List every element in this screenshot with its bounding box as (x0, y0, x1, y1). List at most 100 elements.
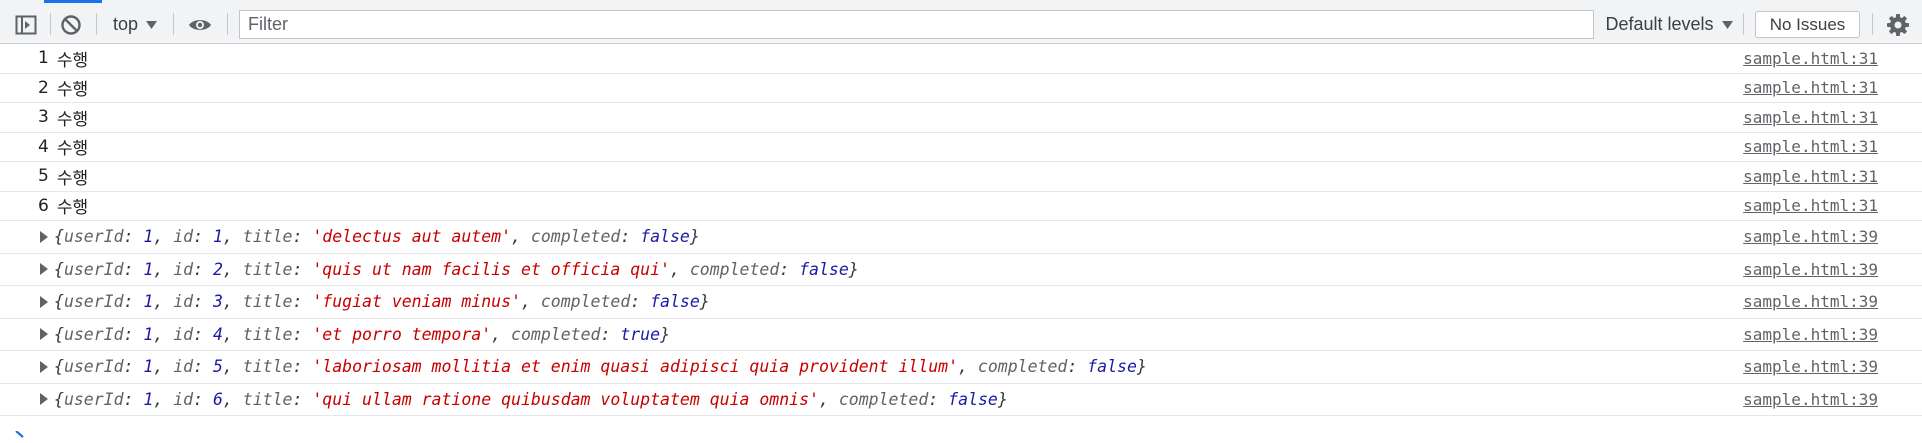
toolbar-divider (96, 13, 97, 35)
live-expression-button[interactable] (185, 5, 215, 44)
clear-console-icon (61, 14, 81, 35)
chevron-down-icon (1721, 20, 1733, 29)
context-selector[interactable]: top (108, 5, 162, 44)
filter-field[interactable] (239, 10, 1594, 39)
key-id: id (173, 292, 194, 312)
toolbar-divider (1872, 13, 1873, 35)
console-message: 4 수행 sample.html:31 (0, 133, 1922, 162)
log-number: 3 (38, 107, 49, 128)
sidebar-toggle-button[interactable] (12, 5, 40, 44)
object-preview[interactable]: {userId: 1, id: 1, title: 'delectus aut … (40, 221, 700, 253)
brace-open: { (54, 292, 64, 312)
object-preview[interactable]: {userId: 1, id: 4, title: 'et porro temp… (40, 319, 670, 351)
key-completed: completed (689, 259, 780, 279)
value-title: 'laboriosam mollitia et enim quasi adipi… (312, 357, 959, 377)
key-userid: userId (63, 357, 124, 377)
filter-input[interactable] (246, 13, 1593, 36)
key-completed: completed (977, 357, 1068, 377)
brace-close: } (997, 389, 1008, 409)
brace-open: { (54, 324, 64, 344)
clear-console-button[interactable] (57, 5, 85, 44)
key-userid: userId (63, 324, 124, 344)
source-link[interactable]: sample.html:31 (1743, 162, 1878, 191)
console-prompt[interactable] (14, 424, 28, 438)
expand-triangle-icon[interactable] (40, 230, 48, 243)
console-message: 5 수행 sample.html:31 (0, 162, 1922, 192)
source-link[interactable]: sample.html:39 (1743, 221, 1878, 253)
source-link[interactable]: sample.html:39 (1743, 351, 1878, 383)
value-completed: false (948, 389, 998, 409)
log-label: 수행 (56, 109, 89, 130)
value-userid: 1 (143, 357, 154, 377)
value-completed: false (650, 292, 700, 312)
log-number: 6 (38, 195, 49, 216)
source-link[interactable]: sample.html:31 (1743, 74, 1878, 103)
console-settings-button[interactable] (1882, 5, 1914, 44)
log-label: 수행 (56, 139, 89, 160)
expand-triangle-icon[interactable] (40, 263, 48, 276)
message-text: 6 수행 (38, 192, 88, 221)
value-title: 'et porro tempora' (312, 324, 492, 344)
source-link[interactable]: sample.html:39 (1743, 384, 1878, 416)
key-userid: userId (63, 227, 124, 247)
log-number: 2 (38, 77, 49, 98)
source-link[interactable]: sample.html:39 (1743, 319, 1878, 351)
expand-triangle-icon[interactable] (40, 328, 48, 341)
settings-gear-icon (1887, 13, 1909, 36)
key-userid: userId (63, 292, 124, 312)
console-object-message: {userId: 1, id: 3, title: 'fugiat veniam… (0, 286, 1922, 319)
console-message: 3 수행 sample.html:31 (0, 103, 1922, 133)
source-link[interactable]: sample.html:31 (1743, 133, 1878, 162)
log-label: 수행 (56, 80, 89, 101)
message-text: 5 수행 (38, 162, 88, 191)
value-userid: 1 (143, 227, 154, 247)
key-title: title (242, 324, 293, 344)
toolbar-divider (227, 13, 228, 35)
issues-button[interactable]: No Issues (1755, 11, 1860, 38)
console-object-message: {userId: 1, id: 1, title: 'delectus aut … (0, 221, 1922, 254)
value-id: 3 (212, 292, 223, 312)
object-preview[interactable]: {userId: 1, id: 6, title: 'qui ullam rat… (40, 384, 1008, 416)
key-id: id (173, 389, 194, 409)
key-id: id (173, 357, 194, 377)
expand-triangle-icon[interactable] (40, 393, 48, 406)
source-link[interactable]: sample.html:31 (1743, 103, 1878, 132)
key-userid: userId (63, 389, 124, 409)
key-id: id (173, 259, 194, 279)
source-link[interactable]: sample.html:39 (1743, 254, 1878, 286)
value-id: 2 (212, 259, 223, 279)
log-levels-dropdown[interactable]: Default levels (1604, 5, 1734, 44)
key-title: title (242, 357, 293, 377)
toolbar-divider (173, 13, 174, 35)
eye-icon (189, 19, 211, 30)
message-text: 1 수행 (38, 44, 88, 73)
active-tab-indicator (44, 0, 102, 3)
expand-triangle-icon[interactable] (40, 360, 48, 373)
object-preview[interactable]: {userId: 1, id: 2, title: 'quis ut nam f… (40, 254, 859, 286)
message-text: 3 수행 (38, 103, 88, 132)
console-message: 2 수행 sample.html:31 (0, 74, 1922, 103)
log-label: 수행 (56, 198, 89, 219)
key-id: id (173, 227, 194, 247)
expand-triangle-icon[interactable] (40, 295, 48, 308)
log-number: 4 (38, 136, 49, 157)
key-id: id (173, 324, 194, 344)
object-preview[interactable]: {userId: 1, id: 3, title: 'fugiat veniam… (40, 286, 710, 318)
console-messages: 1 수행 sample.html:31 2 수행 sample.html:31 … (0, 44, 1922, 416)
source-link[interactable]: sample.html:31 (1743, 192, 1878, 221)
toolbar-divider (50, 13, 51, 35)
brace-close: } (689, 227, 700, 247)
message-text: 4 수행 (38, 133, 88, 162)
key-userid: userId (63, 259, 124, 279)
log-number: 1 (38, 48, 49, 69)
console-message: 1 수행 sample.html:31 (0, 44, 1922, 74)
key-title: title (242, 259, 293, 279)
console-toolbar: top Default levels No Issues (0, 5, 1922, 44)
object-preview[interactable]: {userId: 1, id: 5, title: 'laboriosam mo… (40, 351, 1147, 383)
value-userid: 1 (143, 259, 154, 279)
toolbar-divider (1743, 13, 1744, 35)
brace-open: { (54, 259, 64, 279)
value-completed: true (620, 324, 661, 344)
source-link[interactable]: sample.html:31 (1743, 44, 1878, 73)
source-link[interactable]: sample.html:39 (1743, 286, 1878, 318)
